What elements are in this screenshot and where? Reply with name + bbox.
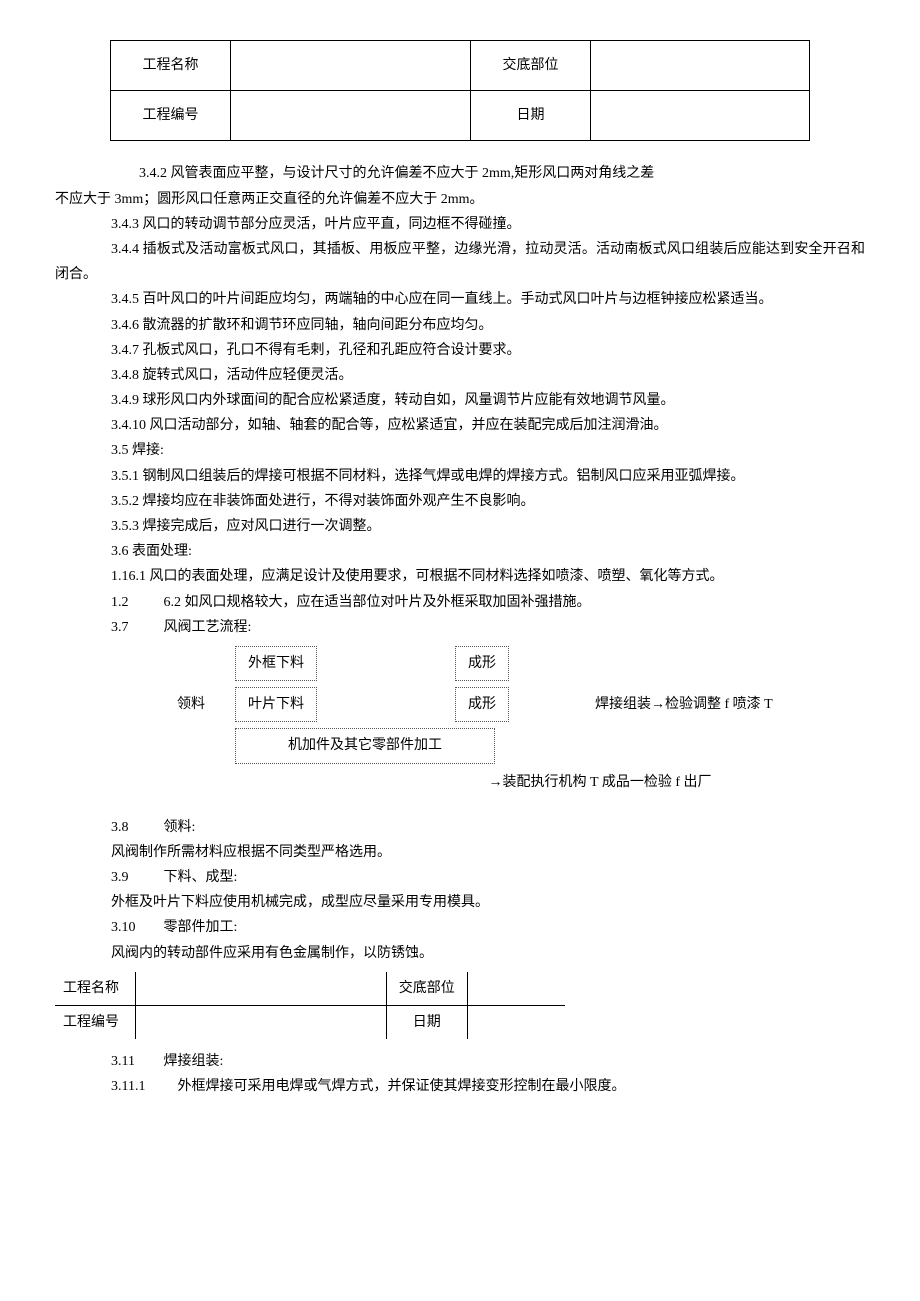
p-346: 3.4.6 散流器的扩散环和调节环应同轴，轴向间距分布应均匀。 (55, 313, 865, 338)
p-39b: 外框及叶片下料应使用机械完成，成型应尽量采用专用模具。 (55, 890, 865, 915)
p-342b: 不应大于 3mm；圆形风口任意两正交直径的允许偏差不应大于 2mm。 (55, 187, 865, 212)
p-347: 3.4.7 孔板式风口，孔口不得有毛剌，孔径和孔距应符合设计要求。 (55, 338, 865, 363)
p-3111-num: 3.11.1 (111, 1074, 174, 1099)
p-349: 3.4.9 球形风口内外球面间的配合应松紧适度，转动自如，风量调节片应能有效地调… (55, 388, 865, 413)
flow-box-5: 机加件及其它零部件加工 (235, 728, 495, 763)
p-38-txt: 领料: (164, 820, 196, 835)
p-348: 3.4.8 旋转式风口，活动件应轻便灵活。 (55, 363, 865, 388)
p-37: 3.7 风阀工艺流程: (55, 615, 865, 640)
header-r1c4 (591, 41, 810, 91)
p-1161: 1.16.1 风口的表面处理，应满足设计及使用要求，可根据不同材料选择如喷漆、喷… (55, 564, 865, 589)
header-r1c1: 工程名称 (111, 41, 231, 91)
inner-r1c1: 工程名称 (55, 972, 135, 1006)
p-310-num: 3.10 (111, 915, 160, 940)
p-310b: 风阀内的转动部件应采用有色金属制作，以防锈蚀。 (55, 941, 865, 966)
header-r1c2 (231, 41, 471, 91)
header-table: 工程名称 交底部位 工程编号 日期 (110, 40, 810, 141)
inner-r1c2: 交底部位 (387, 972, 467, 1006)
p-310-txt: 零部件加工: (164, 920, 238, 935)
header-r2c4 (591, 91, 810, 141)
flow-box-3: 成形 (455, 646, 509, 681)
header-r2c3: 日期 (471, 91, 591, 141)
p-345: 3.4.5 百叶风口的叶片间距应均匀，两端轴的中心应在同一直线上。手动式风口叶片… (55, 287, 865, 312)
p-352: 3.5.2 焊接均应在非装饰面处进行，不得对装饰面外观产生不良影响。 (55, 489, 865, 514)
p-39-txt: 下料、成型: (164, 870, 238, 885)
flow-right: 焊接组装→检验调整 f 喷漆 T (555, 692, 773, 717)
p-351: 3.5.1 钢制风口组装后的焊接可根据不同材料，选择气焊或电焊的焊接方式。铝制风… (55, 464, 865, 489)
flow-lingliao: 领料 (55, 692, 235, 717)
p-3111-txt: 外框焊接可采用电焊或气焊方式，并保证使其焊接变形控制在最小限度。 (178, 1079, 626, 1094)
body-text: 3.4.2 风管表面应平整，与设计尺寸的允许偏差不应大于 2mm,矩形风口两对角… (55, 161, 865, 1099)
p-38b: 风阀制作所需材料应根据不同类型严格选用。 (55, 840, 865, 865)
p-37-txt: 风阀工艺流程: (164, 620, 252, 635)
p-12: 1.2 6.2 如风口规格较大，应在适当部位对叶片及外框采取加固补强措施。 (55, 590, 865, 615)
flow-diagram: 外框下料 成形 领料 叶片下料 成形 焊接组装→检验调整 f 喷漆 T 机加件及… (55, 646, 865, 764)
header-r1c3: 交底部位 (471, 41, 591, 91)
flow-box-4: 成形 (455, 687, 509, 722)
p-3410: 3.4.10 风口活动部分，如轴、轴套的配合等，应松紧适宜，并应在装配完成后加注… (55, 413, 865, 438)
inner-table: 工程名称 交底部位 工程编号 日期 (55, 972, 565, 1039)
inner-r2c2: 日期 (387, 1006, 467, 1040)
p-343: 3.4.3 风口的转动调节部分应灵活，叶片应平直，同边框不得碰撞。 (55, 212, 865, 237)
inner-r2c1: 工程编号 (55, 1006, 135, 1040)
p-342: 3.4.2 风管表面应平整，与设计尺寸的允许偏差不应大于 2mm,矩形风口两对角… (55, 161, 865, 186)
p-12-txt: 6.2 如风口规格较大，应在适当部位对叶片及外框采取加固补强措施。 (164, 595, 591, 610)
p-311-num: 3.11 (111, 1049, 160, 1074)
p-37-num: 3.7 (111, 615, 160, 640)
header-r2c2 (231, 91, 471, 141)
p-3111: 3.11.1 外框焊接可采用电焊或气焊方式，并保证使其焊接变形控制在最小限度。 (55, 1074, 865, 1099)
p-12-num: 1.2 (111, 590, 160, 615)
p-311-txt: 焊接组装: (164, 1054, 224, 1069)
p-36: 3.6 表面处理: (55, 539, 865, 564)
flow-box-1: 外框下料 (235, 646, 317, 681)
p-35: 3.5 焊接: (55, 438, 865, 463)
p-311: 3.11 焊接组装: (55, 1049, 865, 1074)
p-344: 3.4.4 插板式及活动富板式风口，其插板、用板应平整，边缘光滑，拉动灵活。活动… (55, 237, 865, 287)
p-39-num: 3.9 (111, 865, 160, 890)
p-310: 3.10 零部件加工: (55, 915, 865, 940)
p-38: 3.8 领料: (55, 815, 865, 840)
p-39: 3.9 下料、成型: (55, 865, 865, 890)
flow-caption: →装配执行机构 T 成品一检验 f 出厂 (335, 770, 865, 795)
p-353: 3.5.3 焊接完成后，应对风口进行一次调整。 (55, 514, 865, 539)
p-38-num: 3.8 (111, 815, 160, 840)
flow-box-2: 叶片下料 (235, 687, 317, 722)
header-r2c1: 工程编号 (111, 91, 231, 141)
